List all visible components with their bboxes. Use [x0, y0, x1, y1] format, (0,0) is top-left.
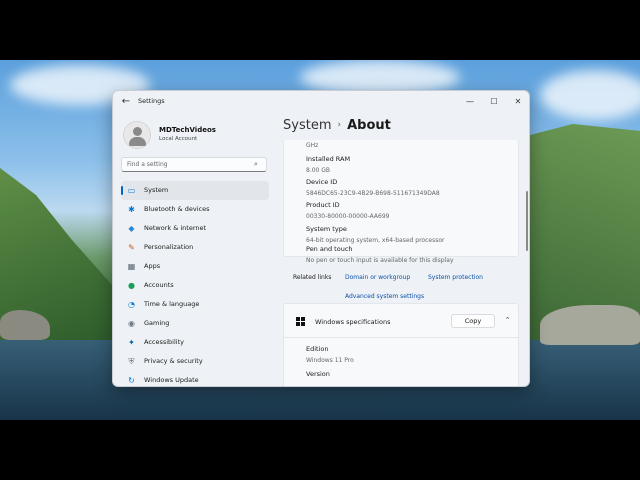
sidebar: MDTechVideos Local Account ⌕ ▭ System ✱ …	[113, 113, 275, 386]
sidebar-item-windows-update[interactable]: ↻ Windows Update	[121, 371, 269, 386]
maximize-button[interactable]: ☐	[483, 94, 505, 110]
version-label: Version	[306, 370, 330, 378]
domain-workgroup-link[interactable]: Domain or workgroup	[345, 274, 410, 281]
sidebar-item-label: Windows Update	[144, 376, 199, 384]
system-protection-link[interactable]: System protection	[428, 274, 483, 281]
windows-specifications-card: Windows specifications Copy ⌃ Edition Wi…	[283, 303, 519, 386]
apps-icon: ▦	[127, 262, 136, 271]
sidebar-item-accounts[interactable]: ● Accounts	[121, 276, 269, 295]
content-scroll-area[interactable]: GHz Installed RAM 8.00 GB Device ID 5846…	[283, 140, 519, 386]
processor-frequency-tail: GHz	[306, 142, 319, 149]
bluetooth-icon: ✱	[128, 205, 135, 214]
spec-label: Installed RAM	[306, 155, 351, 163]
window-title: Settings	[138, 97, 165, 105]
spec-installed-ram: Installed RAM 8.00 GB	[306, 155, 350, 174]
sidebar-item-apps[interactable]: ▦ Apps	[121, 257, 269, 276]
chevron-right-icon: ›	[337, 120, 342, 130]
wifi-icon: ◆	[128, 224, 135, 233]
spec-label: Device ID	[306, 178, 338, 186]
spec-label: Product ID	[306, 201, 340, 209]
user-account-type: Local Account	[159, 136, 198, 142]
breadcrumb: System › About	[283, 118, 391, 133]
spec-label: Pen and touch	[306, 245, 353, 253]
scrollbar[interactable]	[526, 191, 528, 251]
minimize-button[interactable]: —	[459, 94, 481, 110]
windows-specifications-title: Windows specifications	[315, 318, 391, 326]
search-icon[interactable]: ⌕	[254, 160, 263, 169]
sidebar-item-label: Network & internet	[144, 224, 207, 232]
spec-value: 64-bit operating system, x64-based proce…	[306, 237, 445, 244]
monitor-icon: ▭	[127, 186, 136, 195]
accessibility-icon: ✦	[128, 338, 135, 347]
edition-value: Windows 11 Pro	[306, 357, 354, 364]
avatar[interactable]	[123, 121, 151, 149]
sidebar-item-accessibility[interactable]: ✦ Accessibility	[121, 333, 269, 352]
brush-icon: ✎	[128, 243, 135, 252]
related-links: Related links Domain or workgroup System…	[283, 259, 519, 300]
sidebar-item-gaming[interactable]: ◉ Gaming	[121, 314, 269, 333]
page-title: About	[347, 118, 391, 133]
device-specifications-card: GHz Installed RAM 8.00 GB Device ID 5846…	[283, 140, 519, 264]
sidebar-item-label: Accessibility	[144, 338, 184, 346]
divider	[284, 337, 519, 338]
sidebar-item-bluetooth[interactable]: ✱ Bluetooth & devices	[121, 200, 269, 219]
spec-system-type: System type 64-bit operating system, x64…	[306, 225, 444, 244]
spec-label: System type	[306, 225, 347, 233]
sidebar-item-label: Time & language	[144, 300, 200, 308]
spec-device-id: Device ID 5846DC65-23C9-4B29-B698-511671…	[306, 178, 440, 197]
sidebar-item-label: Bluetooth & devices	[144, 205, 210, 213]
title-bar: ← Settings — ☐ ✕	[113, 91, 529, 113]
sidebar-item-label: Accounts	[144, 281, 174, 289]
spec-product-id: Product ID 00330-80000-00000-AA699	[306, 201, 389, 220]
edition-label: Edition	[306, 345, 329, 353]
spec-value: 5846DC65-23C9-4B29-B698-511671349DA8	[306, 190, 440, 197]
cloud	[540, 70, 640, 120]
related-links-label: Related links	[293, 274, 332, 281]
sidebar-item-label: Privacy & security	[144, 357, 203, 365]
sidebar-item-label: Gaming	[144, 319, 170, 327]
sidebar-item-personalization[interactable]: ✎ Personalization	[121, 238, 269, 257]
close-button[interactable]: ✕	[507, 94, 529, 110]
sidebar-item-label: Personalization	[144, 243, 194, 251]
settings-window: ← Settings — ☐ ✕ MDTechVideos Local Acco…	[112, 90, 530, 387]
user-name: MDTechVideos	[159, 126, 216, 134]
person-icon: ●	[128, 281, 135, 290]
windows-logo-icon	[296, 317, 305, 326]
search-input[interactable]	[121, 157, 267, 172]
clock-globe-icon: ◔	[128, 300, 135, 309]
update-icon: ↻	[128, 376, 135, 385]
chevron-up-icon[interactable]: ⌃	[503, 316, 512, 325]
back-button[interactable]: ←	[119, 95, 133, 109]
main-pane: System › About GHz Installed RAM 8.00 GB D…	[275, 113, 529, 386]
rock-right	[540, 305, 640, 345]
sidebar-item-privacy[interactable]: ⛨ Privacy & security	[121, 352, 269, 371]
sidebar-item-label: System	[144, 186, 169, 194]
sidebar-item-network[interactable]: ◆ Network & internet	[121, 219, 269, 238]
copy-button[interactable]: Copy	[451, 314, 495, 328]
sidebar-item-time-language[interactable]: ◔ Time & language	[121, 295, 269, 314]
shield-icon: ⛨	[128, 357, 135, 366]
sidebar-item-system[interactable]: ▭ System	[121, 181, 269, 200]
sidebar-item-label: Apps	[144, 262, 161, 270]
spec-value: 00330-80000-00000-AA699	[306, 213, 390, 220]
sidebar-nav: ▭ System ✱ Bluetooth & devices ◆ Network…	[121, 181, 269, 386]
spec-value: 8.00 GB	[306, 167, 331, 174]
gamepad-icon: ◉	[128, 319, 135, 328]
advanced-system-settings-link[interactable]: Advanced system settings	[345, 293, 424, 300]
breadcrumb-parent[interactable]: System	[283, 118, 331, 133]
